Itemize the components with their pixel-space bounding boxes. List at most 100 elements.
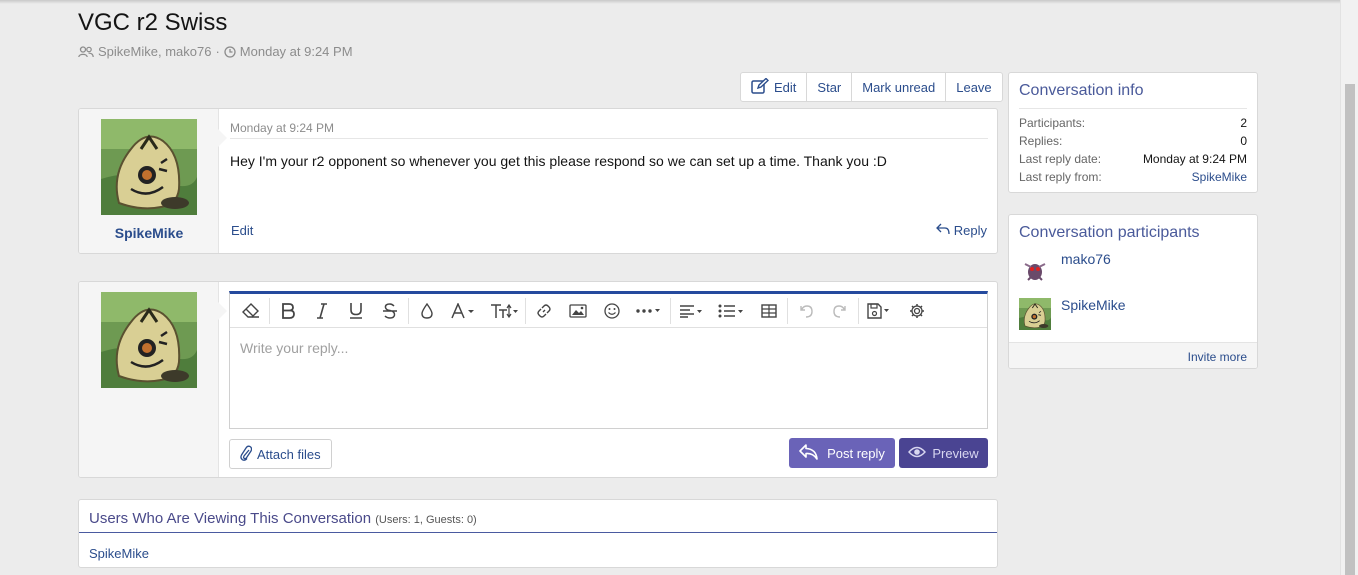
scrollbar-thumb[interactable]: [1345, 84, 1355, 575]
page-meta: SpikeMike, mako76 · Monday at 9:24 PM: [78, 44, 353, 59]
undo-button[interactable]: [789, 296, 823, 326]
post-reply-button[interactable]: Post reply: [789, 438, 895, 468]
last-reply-user-link[interactable]: SpikeMike: [1192, 170, 1247, 184]
edit-button[interactable]: Edit: [741, 73, 808, 101]
info-label: Last reply date:: [1019, 152, 1102, 166]
star-button[interactable]: Star: [807, 73, 853, 101]
conversation-info-title: Conversation info: [1019, 82, 1144, 99]
conversation-date: Monday at 9:24 PM: [239, 44, 353, 59]
preview-label: Preview: [932, 445, 979, 461]
table-icon: [761, 303, 777, 318]
underline-icon: [349, 302, 363, 319]
viewer-user-link[interactable]: SpikeMike: [89, 546, 149, 561]
toolbar-separator: [787, 297, 788, 324]
page-scrollbar[interactable]: [1340, 0, 1358, 575]
attach-files-button[interactable]: Attach files: [229, 439, 332, 469]
participants-link[interactable]: SpikeMike, mako76: [98, 44, 211, 59]
reply-icon: [935, 223, 950, 238]
attach-files-label: Attach files: [257, 446, 321, 462]
info-row-last-reply-from: Last reply from: SpikeMike: [1019, 168, 1247, 186]
undo-icon: [798, 303, 814, 319]
participant-name[interactable]: mako76: [1061, 251, 1111, 267]
info-value[interactable]: Monday at 9:24 PM: [1143, 152, 1247, 166]
info-row-last-reply-date: Last reply date: Monday at 9:24 PM: [1019, 150, 1247, 168]
gear-icon: [909, 303, 925, 319]
font-size-button[interactable]: [484, 296, 524, 326]
insert-smilie-button[interactable]: [595, 296, 629, 326]
eye-icon: [908, 446, 927, 461]
avatar[interactable]: [101, 119, 197, 215]
drafts-button[interactable]: [860, 296, 900, 326]
info-label: Participants:: [1019, 116, 1086, 130]
editor-settings-button[interactable]: [900, 296, 934, 326]
message-body: Hey I'm your r2 opponent so whenever you…: [230, 153, 887, 169]
info-value: 2: [1240, 116, 1247, 130]
info-label: Last reply from:: [1019, 170, 1102, 184]
ellipsis-icon: [635, 307, 663, 315]
top-shadow: [0, 0, 1340, 4]
message-date[interactable]: Monday at 9:24 PM: [230, 121, 334, 135]
insert-link-button[interactable]: [527, 296, 561, 326]
conversation-info-box: Conversation info Participants: 2 Replie…: [1008, 72, 1258, 193]
eraser-icon: [242, 302, 260, 319]
message-edit-link[interactable]: Edit: [231, 223, 253, 238]
message-arrow: [218, 129, 227, 147]
toolbar-separator: [408, 297, 409, 324]
avatar[interactable]: [1019, 254, 1051, 286]
conversation-info-list: Participants: 2 Replies: 0 Last reply da…: [1009, 109, 1257, 186]
font-family-button[interactable]: [444, 296, 484, 326]
post-reply-label: Post reply: [827, 445, 885, 461]
editor-toolbar: [230, 294, 987, 328]
message-reply-link[interactable]: Reply: [935, 223, 987, 238]
font-size-icon: [490, 303, 518, 319]
conversation-participants-box: Conversation participants mako76 SpikeMi…: [1008, 214, 1258, 369]
italic-button[interactable]: [305, 296, 339, 326]
reply-textarea[interactable]: [230, 328, 987, 428]
text-color-button[interactable]: [410, 296, 444, 326]
message-block: SpikeMike Monday at 9:24 PM Hey I'm your…: [78, 108, 998, 254]
page-title: VGC r2 Swiss: [78, 9, 228, 36]
link-icon: [536, 303, 552, 319]
edit-label: Edit: [774, 79, 797, 95]
redo-icon: [832, 303, 848, 319]
insert-table-button[interactable]: [752, 296, 786, 326]
list-button[interactable]: [712, 296, 752, 326]
reply-editor: [229, 291, 988, 429]
avatar[interactable]: [101, 292, 197, 388]
clock-icon: [224, 45, 236, 58]
viewers-list: SpikeMike: [79, 533, 997, 567]
avatar[interactable]: [1019, 298, 1051, 330]
clear-formatting-button[interactable]: [234, 296, 268, 326]
message-divider: [230, 138, 988, 139]
insert-image-button[interactable]: [561, 296, 595, 326]
droplet-icon: [421, 302, 433, 319]
participant-name[interactable]: SpikeMike: [1061, 297, 1126, 313]
star-label: Star: [817, 79, 842, 95]
reply-arrow: [218, 302, 227, 320]
participant-item: SpikeMike: [1009, 297, 1257, 342]
leave-button[interactable]: Leave: [946, 73, 1001, 101]
leave-label: Leave: [956, 79, 992, 95]
more-options-button[interactable]: [629, 296, 669, 326]
viewers-title: Users Who Are Viewing This Conversation: [89, 510, 372, 527]
bold-icon: [281, 302, 295, 319]
strikethrough-button[interactable]: [373, 296, 407, 326]
strikethrough-icon: [382, 302, 398, 319]
redo-button[interactable]: [823, 296, 857, 326]
toolbar-separator: [269, 297, 270, 324]
reply-icon: [799, 443, 819, 463]
smiley-icon: [604, 302, 620, 319]
bold-button[interactable]: [271, 296, 305, 326]
align-button[interactable]: [672, 296, 712, 326]
preview-button[interactable]: Preview: [899, 438, 988, 468]
toolbar-separator: [670, 297, 671, 324]
message-author[interactable]: SpikeMike: [79, 225, 219, 241]
toolbar-separator: [525, 297, 526, 324]
reply-user-cell: [79, 282, 219, 477]
underline-button[interactable]: [339, 296, 373, 326]
conversation-actions: Edit Star Mark unread Leave: [740, 72, 1003, 102]
italic-icon: [316, 302, 328, 319]
invite-more-link[interactable]: Invite more: [1188, 350, 1247, 364]
mark-unread-button[interactable]: Mark unread: [852, 73, 947, 101]
participants-footer: Invite more: [1009, 342, 1257, 368]
